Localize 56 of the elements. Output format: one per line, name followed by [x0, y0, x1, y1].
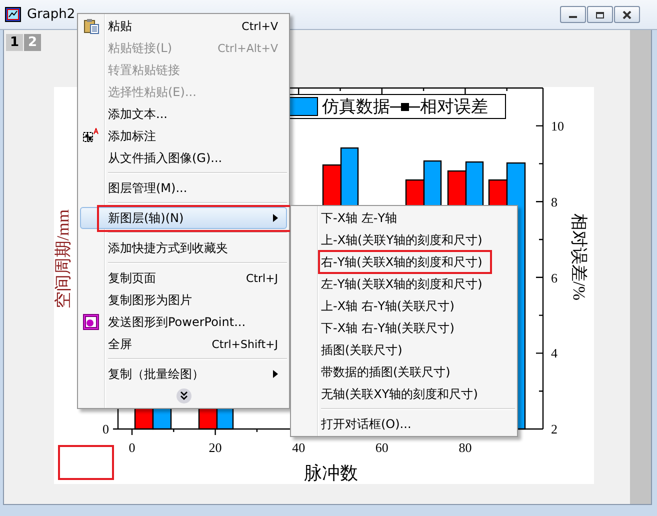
- minimize-button[interactable]: [560, 6, 586, 23]
- highlight-frame: [58, 445, 114, 480]
- menu-item[interactable]: 新图层(轴)(N): [80, 207, 287, 229]
- menu-item[interactable]: 复制页面 Ctrl+J: [80, 267, 287, 289]
- axis-title: 空间周期/mm: [54, 209, 72, 309]
- menu-item[interactable]: 下-X轴 左-Y轴: [293, 207, 515, 229]
- legend-label: 相对误差: [420, 98, 488, 115]
- menu-item[interactable]: 图层管理(M)...: [80, 177, 287, 199]
- tick-label: 2: [551, 422, 558, 436]
- close-icon: [622, 10, 632, 18]
- shortcut-label: Ctrl+J: [246, 272, 278, 284]
- menu-item[interactable]: 上-X轴(关联Y轴的刻度和尺寸): [293, 229, 515, 251]
- tick-label: 6: [551, 271, 558, 284]
- shortcut-label: Ctrl+Shift+J: [212, 338, 278, 350]
- menu-item[interactable]: 复制图形为图片: [80, 289, 287, 311]
- paste-icon: [83, 18, 100, 34]
- menu-item[interactable]: 无轴(关联XY轴的刻度和尺寸): [293, 383, 515, 405]
- axis-title: 脉冲数: [304, 464, 358, 482]
- line-marker-icon: [390, 102, 420, 112]
- menu-item[interactable]: 左-Y轴(关联X轴的刻度和尺寸): [293, 273, 515, 295]
- tick-label: 40: [292, 441, 306, 454]
- powerpoint-icon: [83, 314, 99, 330]
- menu-item[interactable]: 下-X轴 右-Y轴(关联尺寸): [293, 317, 515, 339]
- restore-icon: [595, 10, 605, 18]
- menu-item[interactable]: 插图(关联尺寸): [293, 339, 515, 361]
- legend-label: 仿真数据: [322, 98, 390, 115]
- shortcut-label: Ctrl+Alt+V: [218, 42, 278, 54]
- tick-label: 0: [128, 441, 136, 454]
- callout-icon: [83, 128, 99, 143]
- page-tab[interactable]: 1: [6, 34, 23, 51]
- restore-button[interactable]: [587, 6, 613, 23]
- menu-item[interactable]: 右-Y轴(关联X轴的刻度和尺寸): [293, 251, 515, 273]
- menu-item[interactable]: 带数据的插图(关联尺寸): [293, 361, 515, 383]
- menu-item[interactable]: 全屏 Ctrl+Shift+J: [80, 333, 287, 355]
- menu-item[interactable]: 添加快捷方式到收藏夹: [80, 237, 287, 259]
- menu-item[interactable]: 复制（批量绘图）: [80, 363, 287, 385]
- tick-label: 8: [551, 195, 558, 208]
- tick-label: 60: [375, 441, 388, 454]
- tick-label: 20: [208, 441, 222, 454]
- menu-item[interactable]: 粘贴 Ctrl+V: [80, 15, 287, 37]
- axis-title: 相对误差/%: [570, 214, 588, 300]
- shortcut-label: Ctrl+V: [242, 20, 278, 32]
- window-title: Graph2: [27, 7, 76, 22]
- menu-item[interactable]: 添加标注: [80, 125, 287, 147]
- graph-icon: [5, 7, 21, 22]
- menu-item[interactable]: 打开对话框(O)...: [293, 413, 515, 435]
- menu-item[interactable]: 从文件插入图像(G)...: [80, 147, 287, 169]
- tick-label: 80: [458, 441, 472, 454]
- tick-label: 10: [551, 120, 564, 132]
- tick-label: 4: [551, 346, 558, 360]
- expand-icon[interactable]: [176, 388, 192, 404]
- close-button[interactable]: [614, 6, 640, 23]
- menu-item[interactable]: 上-X轴 右-Y轴(关联尺寸): [293, 295, 515, 317]
- tick-label: 0: [102, 422, 109, 436]
- menu-item[interactable]: 添加文本...: [80, 103, 287, 125]
- menu-item[interactable]: 发送图形到PowerPoint...: [80, 311, 287, 333]
